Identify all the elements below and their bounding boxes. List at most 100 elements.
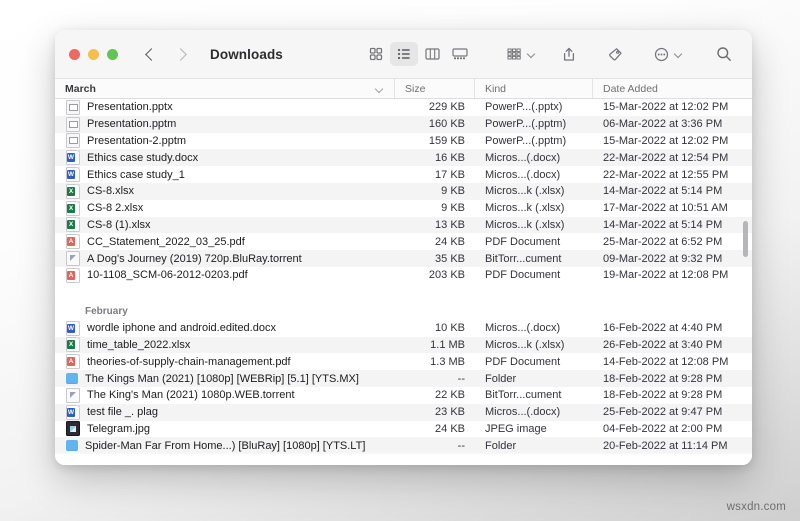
word-file-icon: W (66, 150, 80, 166)
file-date-added-cell: 06-Mar-2022 at 3:36 PM (603, 118, 723, 131)
file-name-cell[interactable]: W Ethics case study_1 (55, 167, 395, 183)
file-size-cell: 22 KB (435, 389, 465, 402)
back-chevron-icon[interactable] (144, 48, 156, 60)
file-name-cell[interactable]: A 10-1108_SCM-06-2012-0203.pdf (55, 267, 395, 283)
file-name-cell[interactable]: Wtest file _. plag (55, 404, 395, 420)
file-name-label: Presentation-2.pptm (87, 134, 187, 147)
zoom-button[interactable] (107, 48, 118, 60)
file-kind-cell: Micros...(.docx) (485, 406, 561, 419)
file-name-cell[interactable]: Telegram.jpg (55, 421, 395, 437)
column-header-kind[interactable]: Kind (475, 79, 593, 98)
file-date-added-cell: 20-Feb-2022 at 11:14 PM (603, 439, 728, 452)
table-row[interactable]: Wtest file _. plag 23 KB Micros...(.docx) 2… (55, 403, 752, 421)
table-row[interactable]: Telegram.jpg 24 KB JPEG image 04-Feb-2022 a… (55, 421, 752, 438)
table-row[interactable]: A 10-1108_SCM-06-2012-0203.pdf 203 KB PDF D… (55, 267, 752, 284)
file-name-cell[interactable]: Xtime_table_2022.xlsx (55, 337, 395, 353)
table-row[interactable]: Wwordle iphone and android.edited.docx 10… (55, 320, 752, 337)
file-name-cell[interactable]: X CS-8 (1).xlsx (55, 217, 395, 233)
file-name-cell[interactable]: Spider-Man Far From Home...) [BluRay] [1… (55, 439, 395, 452)
minimize-button[interactable] (88, 48, 99, 60)
file-name-cell[interactable]: The Kings Man (2021) [1080p] [WEBRip] [5… (55, 372, 395, 385)
file-name-label: Presentation.pptx (87, 101, 173, 114)
file-date-added-cell: 16-Feb-2022 at 4:40 PM (603, 322, 723, 335)
file-date-added-cell: 22-Mar-2022 at 12:55 PM (603, 168, 729, 181)
file-name-cell[interactable]: Presentation-2.pptm (55, 133, 395, 149)
file-kind-cell: PowerP...(.pptm) (485, 118, 567, 131)
pdf-file-icon: A (66, 267, 80, 283)
more-actions-chevron-down-icon[interactable] (675, 50, 684, 59)
column-header-date-added[interactable]: Date Added (593, 79, 752, 98)
table-row[interactable]: Presentation.pptx 229 KB PowerP...(.pptx) 1… (55, 99, 752, 116)
group-by-chevron-down-icon[interactable] (528, 50, 537, 59)
column-header-name[interactable]: March (55, 79, 395, 98)
file-kind-cell: PDF Document (485, 355, 561, 368)
file-size-cell: 24 KB (435, 422, 465, 435)
tag-icon[interactable] (601, 42, 629, 66)
file-name-cell[interactable]: A Dog's Journey (2019) 720p.BluRay.torre… (55, 251, 395, 267)
file-name-cell[interactable]: W Ethics case study.docx (55, 150, 395, 166)
file-name-cell[interactable]: X CS-8.xlsx (55, 183, 395, 199)
forward-chevron-icon[interactable] (176, 48, 188, 60)
file-size-cell: 160 KB (428, 118, 465, 131)
file-date-added-cell: 15-Mar-2022 at 12:02 PM (603, 101, 729, 114)
file-name-cell[interactable]: A CC_Statement_2022_03_25.pdf (55, 234, 395, 250)
excel-file-icon: X (66, 200, 80, 216)
file-name-label: CS-8.xlsx (87, 185, 135, 198)
file-name-cell[interactable]: Wwordle iphone and android.edited.docx (55, 320, 395, 336)
table-row[interactable]: Atheories-of-supply-chain-management.pdf… (55, 353, 752, 370)
table-row[interactable]: The Kings Man (2021) [1080p] [WEBRip] [5… (55, 370, 752, 387)
table-row[interactable]: The King's Man (2021) 1080p.WEB.torrent 2… (55, 387, 752, 404)
file-name-label: Ethics case study_1 (87, 168, 185, 181)
file-name-cell[interactable]: X CS-8 2.xlsx (55, 200, 395, 216)
close-button[interactable] (69, 48, 80, 60)
table-row[interactable]: W Ethics case study.docx 16 KB Micros...(.d… (55, 149, 752, 167)
file-date-added-cell: 14-Feb-2022 at 12:08 PM (603, 355, 729, 368)
table-row[interactable]: W Ethics case study_1 17 KB Micros...(.docx… (55, 166, 752, 183)
file-list[interactable]: Presentation.pptx 229 KB PowerP...(.pptx) 1… (55, 99, 752, 465)
gallery-view-icon[interactable] (446, 42, 474, 66)
file-name-cell[interactable]: Presentation.pptm (55, 116, 395, 132)
window-toolbar: Downloads (55, 30, 752, 78)
torrent-file-icon (66, 251, 80, 267)
file-name-cell[interactable]: The King's Man (2021) 1080p.WEB.torrent (55, 387, 395, 403)
table-row[interactable]: X CS-8.xlsx 9 KB Micros...k (.xlsx) 14-Mar-2… (55, 182, 752, 200)
column-header-size[interactable]: Size (395, 79, 475, 98)
file-kind-cell: Micros...(.docx) (485, 168, 561, 181)
word-file-icon: W (66, 320, 80, 336)
file-size-cell: 13 KB (435, 218, 465, 231)
file-kind-cell: Micros...(.docx) (485, 322, 561, 335)
file-size-cell: 203 KB (428, 269, 465, 282)
list-view-icon[interactable] (390, 42, 418, 66)
file-kind-cell: JPEG image (485, 422, 547, 435)
sort-chevron-down-icon[interactable] (376, 86, 384, 94)
file-name-label: time_table_2022.xlsx (87, 338, 191, 351)
excel-file-icon: X (66, 337, 80, 353)
file-name-label: Presentation.pptm (87, 118, 177, 131)
toolbar-right-group (362, 42, 738, 66)
file-kind-cell: BitTorr...cument (485, 389, 562, 402)
vertical-scrollbar[interactable] (742, 102, 749, 462)
file-size-cell: -- (457, 439, 465, 452)
navigation-buttons (144, 48, 188, 60)
scrollbar-thumb[interactable] (743, 220, 748, 257)
table-row[interactable]: X CS-8 (1).xlsx 13 KB Micros...k (.xlsx) 14-… (55, 216, 752, 234)
file-size-cell: 159 KB (428, 134, 465, 147)
table-row[interactable]: Presentation.pptm 160 KB PowerP...(.pptm) 0… (55, 115, 752, 133)
search-icon[interactable] (710, 42, 738, 66)
table-row[interactable]: Spider-Man Far From Home...) [BluRay] [1… (55, 437, 752, 455)
group-by-icon[interactable] (500, 42, 528, 66)
column-view-icon[interactable] (418, 42, 446, 66)
table-row[interactable]: Xtime_table_2022.xlsx 1.1 MB Micros...k (.… (55, 336, 752, 354)
grid-view-icon[interactable] (362, 42, 390, 66)
table-row[interactable]: X CS-8 2.xlsx 9 KB Micros...k (.xlsx) 17-Mar… (55, 200, 752, 217)
file-name-cell[interactable]: Presentation.pptx (55, 99, 395, 115)
table-row[interactable]: A Dog's Journey (2019) 720p.BluRay.torre… (55, 250, 752, 267)
more-actions-icon[interactable] (647, 42, 675, 66)
table-row[interactable]: Presentation-2.pptm 159 KB PowerP...(.pptm… (55, 133, 752, 150)
group-header-february: February (85, 305, 128, 317)
share-icon[interactable] (555, 42, 583, 66)
file-name-label: 10-1108_SCM-06-2012-0203.pdf (87, 269, 248, 282)
table-row[interactable]: A CC_Statement_2022_03_25.pdf 24 KB PDF Doc… (55, 233, 752, 250)
file-name-cell[interactable]: Atheories-of-supply-chain-management.pdf (55, 354, 395, 370)
file-name-label: test file _. plag (87, 406, 158, 419)
